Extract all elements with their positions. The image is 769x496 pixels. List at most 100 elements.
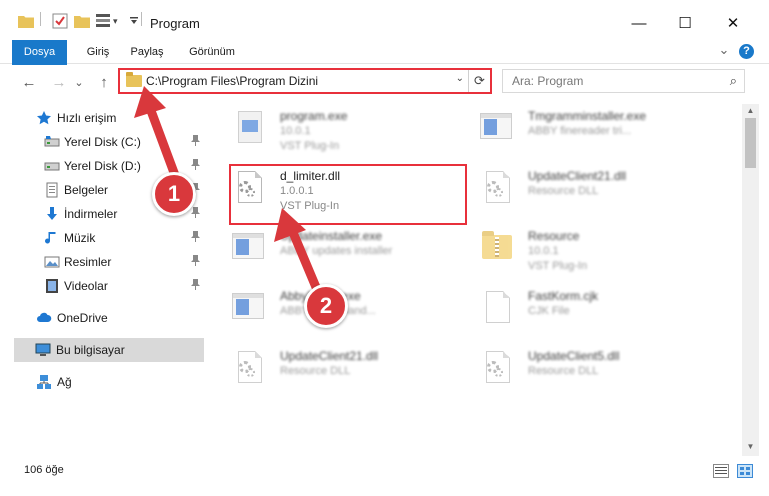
address-path[interactable]: C:\Program Files\Program Dizini [146,74,318,88]
search-icon[interactable]: ⌕ [730,73,737,89]
file-item[interactable]: FastKorm.cjk CJK File [458,286,698,336]
up-button[interactable]: ↑ [93,71,115,93]
pin-icon[interactable] [191,135,200,149]
properties-icon[interactable] [52,12,68,30]
file-name: Resource [528,229,580,243]
pin-icon [191,159,200,170]
step-1-callout: 1 [152,172,196,216]
pin-icon[interactable] [191,255,200,269]
file-description: ABBY updates installer [280,245,393,257]
back-button[interactable]: ← [18,71,40,93]
tiles-view-icon[interactable] [737,464,753,478]
sidebar-item-onedrive[interactable]: OneDrive [0,306,205,330]
pin-icon [191,231,200,242]
file-item[interactable]: Tmgramminstaller.exe ABBY finereader tri… [458,106,698,156]
pin-icon [191,255,200,266]
star-icon [37,111,51,125]
file-item[interactable]: Resource 10.0.1 VST Plug-In [458,226,698,276]
file-item[interactable]: Updateinstaller.exe ABBY updates install… [210,226,450,276]
pin-icon[interactable] [191,231,200,245]
ribbon-tabs: Dosya Giriş Paylaş Görünüm ⌄ ? [0,40,769,90]
sidebar-item-disk-c[interactable]: Yerel Disk (C:) [0,130,205,154]
address-bar[interactable]: C:\Program Files\Program Dizini ⌄ ⟳ [118,68,492,94]
item-count: 106 öğe [24,464,64,476]
sidebar-item-quick-access[interactable]: Hızlı erişim [0,106,205,130]
minimize-button[interactable]: — [616,8,662,38]
tab-paylas[interactable]: Paylaş [124,40,170,64]
window-title: Program [150,16,200,31]
pin-icon [191,279,200,290]
app-window-icon [232,290,268,332]
folder-icon [126,72,142,87]
title-separator [141,12,142,26]
file-list: program.exe 10.0.1 VST Plug-In Tmgrammin… [210,104,742,456]
sidebar-item-label: Ağ [57,375,72,389]
scroll-thumb[interactable] [745,118,756,168]
file-name: program.exe [280,109,348,123]
file-name: Tmgramminstaller.exe [528,109,647,123]
download-icon [47,207,57,220]
ribbon-expand-icon[interactable]: ⌄ [714,40,734,64]
file-item[interactable]: UpdateClient5.dll Resource DLL [458,346,698,396]
file-name: UpdateClient5.dll [528,349,620,363]
file-item[interactable]: UpdateClient21.dll Resource DLL [210,346,450,396]
status-bar: 106 öğe [0,456,769,496]
file-description: ABBY finereader tri... [528,125,632,137]
details-view-icon[interactable] [713,464,729,478]
app-window-icon [232,230,268,272]
maximize-button[interactable]: ☐ [662,8,708,38]
navigation-pane: Hızlı erişim Yerel Disk (C:) Yerel Disk … [0,104,210,456]
customize-toolbar-icon[interactable]: ▾ [113,12,118,30]
close-button[interactable]: ✕ [710,8,756,38]
help-icon[interactable]: ? [739,44,754,59]
file-version: 10.0.1 [280,125,311,137]
file-item[interactable]: UpdateClient21.dll Resource DLL [458,166,698,216]
dll-gear-icon [480,350,516,392]
sidebar-item-pictures[interactable]: Resimler [0,250,205,274]
scroll-up-icon[interactable]: ▲ [742,106,759,118]
file-description: Resource DLL [280,365,351,377]
file-version: 10.0.1 [528,245,559,257]
sidebar-item-label: Hızlı erişim [57,111,117,125]
qa-dropdown-icon[interactable] [129,12,139,30]
dll-gear-icon [232,350,268,392]
sidebar-item-videos[interactable]: Videolar [0,274,205,298]
refresh-button[interactable]: ⟳ [468,70,490,92]
zip-folder-icon [480,230,516,272]
tab-giris[interactable]: Giriş [73,40,123,64]
pin-icon[interactable] [191,207,200,221]
new-folder-icon[interactable] [74,12,90,30]
drive-icon [44,162,60,171]
file-name: Updateinstaller.exe [280,229,383,243]
pin-icon[interactable] [191,159,200,173]
sidebar-item-label: Bu bilgisayar [56,343,125,357]
documents-icon [46,182,58,198]
videos-icon [46,279,58,293]
drive-icon [44,136,60,147]
recent-locations-button[interactable]: ⌄ [72,71,86,93]
file-description: VST Plug-In [528,260,588,272]
pin-icon[interactable] [191,279,200,293]
file-description: Resource DLL [528,185,599,197]
address-row: ← → ⌄ ↑ C:\Program Files\Program Dizini … [0,65,769,99]
file-name: UpdateClient21.dll [280,349,379,363]
file-description: CJK File [528,305,570,317]
search-placeholder: Ara: Program [512,74,584,88]
forward-button[interactable]: → [48,71,70,93]
address-dropdown-icon[interactable]: ⌄ [456,73,464,84]
sidebar-item-label: Müzik [64,231,96,245]
file-description: VST Plug-In [280,140,340,152]
search-box[interactable]: Ara: Program ⌕ [502,69,745,93]
sidebar-item-label: Yerel Disk (C:) [64,135,141,149]
view-options-icon[interactable] [96,12,110,30]
sidebar-item-network[interactable]: Ağ [0,370,205,394]
app-window-icon [480,110,516,152]
sidebar-item-music[interactable]: Müzik [0,226,205,250]
details-view-icon [715,467,727,474]
scroll-down-icon[interactable]: ▼ [742,442,759,454]
tab-gorunum[interactable]: Görünüm [180,40,244,64]
sidebar-item-this-pc[interactable]: Bu bilgisayar [14,338,204,362]
vertical-scrollbar[interactable]: ▲ ▼ [742,104,759,456]
file-name: FastKorm.cjk [528,289,599,303]
file-item[interactable]: program.exe 10.0.1 VST Plug-In [210,106,450,156]
